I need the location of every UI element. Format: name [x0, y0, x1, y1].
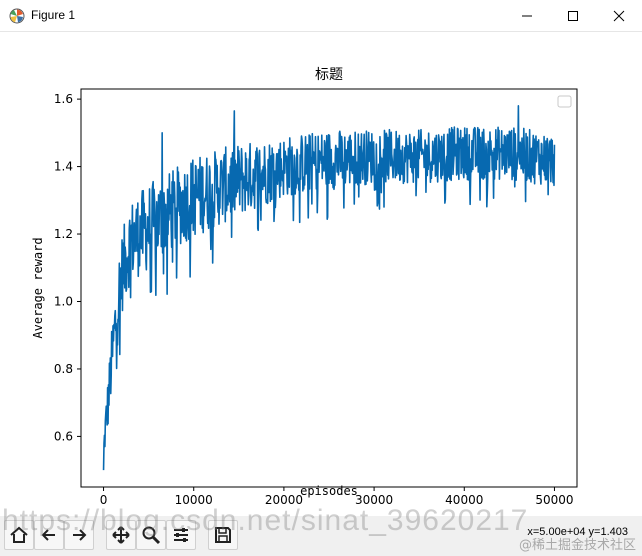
x-tick-label: 30000	[355, 493, 393, 507]
window-titlebar: Figure 1	[0, 0, 642, 32]
close-icon	[613, 10, 625, 22]
y-tick-label: 0.8	[54, 362, 73, 376]
pan-icon	[112, 526, 130, 544]
subplots-icon	[174, 528, 188, 542]
maximize-button[interactable]	[550, 0, 596, 31]
x-tick-label: 40000	[445, 493, 483, 507]
home-icon	[10, 526, 28, 543]
chart-title: 标题	[315, 67, 343, 83]
x-tick-label: 10000	[175, 493, 213, 507]
y-tick-label: 1.0	[54, 294, 73, 308]
figure-canvas[interactable]: 标题 0 10000 20000 30000 40000 50000 0.6 0.8 1.0 1…	[0, 32, 642, 516]
forward-arrow-icon	[73, 529, 87, 541]
back-arrow-icon	[41, 529, 55, 541]
x-tick-label: 50000	[535, 493, 573, 507]
minimize-icon	[522, 15, 532, 17]
average-reward-line	[102, 105, 556, 471]
x-axis-label: episodes	[300, 484, 358, 498]
subplots-button[interactable]	[166, 520, 196, 550]
window-title: Figure 1	[31, 8, 76, 22]
pan-button[interactable]	[106, 520, 136, 550]
maximize-icon	[568, 11, 578, 21]
y-tick-label: 1.6	[54, 92, 73, 106]
y-axis-label: Average reward	[31, 237, 45, 338]
line-chart: 标题 0 10000 20000 30000 40000 50000 0.6 0.8 1.0 1…	[31, 67, 578, 507]
matplotlib-icon	[9, 8, 25, 24]
minimize-button[interactable]	[504, 0, 550, 31]
y-tick-label: 1.2	[54, 227, 73, 241]
close-button[interactable]	[596, 0, 642, 31]
forward-button[interactable]	[64, 520, 94, 550]
zoom-icon	[142, 526, 161, 545]
legend-box	[557, 95, 572, 108]
x-tick-label: 0	[100, 493, 108, 507]
save-icon	[215, 527, 231, 543]
home-button[interactable]	[4, 520, 34, 550]
cursor-coordinates: x=5.00e+04 y=1.403	[527, 526, 628, 538]
x-tick-label: 20000	[265, 493, 303, 507]
y-tick-label: 0.6	[54, 429, 73, 443]
zoom-button[interactable]	[136, 520, 166, 550]
navigation-toolbar: x=5.00e+04 y=1.403	[0, 516, 642, 556]
back-button[interactable]	[34, 520, 64, 550]
y-tick-label: 1.4	[54, 160, 73, 174]
save-button[interactable]	[208, 520, 238, 550]
